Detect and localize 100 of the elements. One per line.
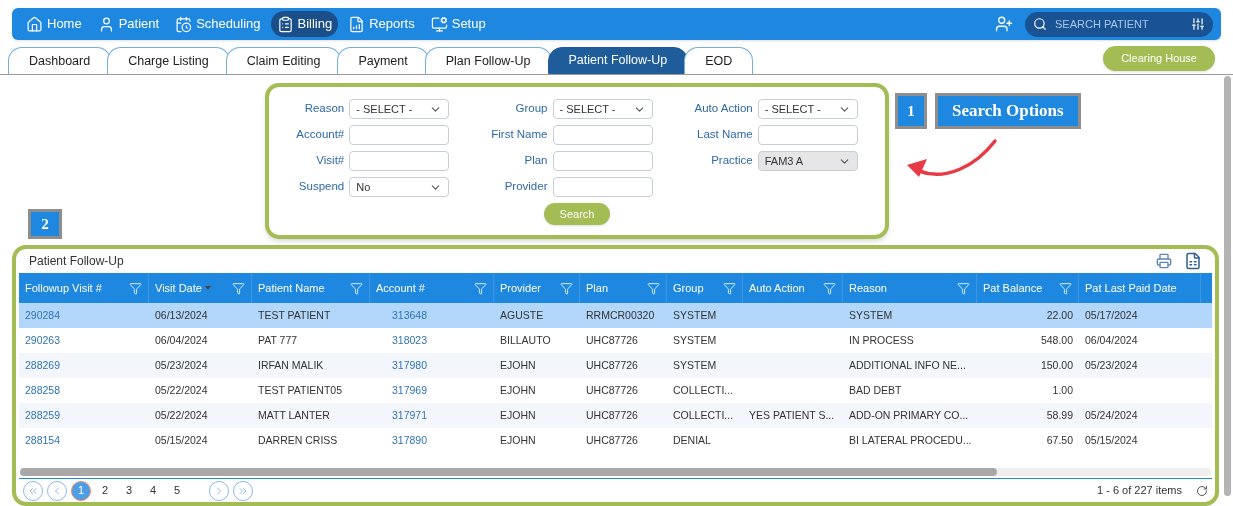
table-row[interactable]: 288259 05/22/2024 MATT LANTER 317971 EJOHN UHC87726 COLLECTI... YES PATIENT S... ADD-ON PRIMARY CO... 58.99 05/24/2024 bbox=[19, 403, 1212, 428]
input-field[interactable] bbox=[349, 125, 450, 145]
nav-item[interactable]: Patient bbox=[91, 11, 166, 37]
table-row[interactable]: 288269 05/23/2024 IRFAN MALIK 317980 EJOHN UHC87726 SYSTEM ADDITIONAL INFO NE... 150.00 05/23/2024 bbox=[19, 353, 1212, 378]
calendar-icon bbox=[175, 15, 193, 33]
field-label: Account# bbox=[296, 127, 345, 143]
nav-item[interactable]: Reports bbox=[342, 11, 421, 37]
cell-link[interactable]: 288258 bbox=[25, 383, 61, 396]
cell-link[interactable]: 317971 bbox=[392, 408, 428, 421]
cell-link[interactable]: 288269 bbox=[25, 358, 61, 371]
step-marker: 1 bbox=[895, 93, 927, 129]
table-cell: AGUSTE bbox=[500, 308, 544, 321]
cell-link[interactable]: 318023 bbox=[392, 333, 428, 346]
input-field[interactable] bbox=[349, 151, 450, 171]
filter-icon[interactable] bbox=[957, 281, 970, 295]
page-scrollbar[interactable] bbox=[1224, 76, 1231, 496]
filter-icon[interactable] bbox=[232, 281, 245, 295]
filter-icon[interactable] bbox=[1059, 281, 1072, 295]
table-cell: UHC87726 bbox=[586, 383, 638, 396]
table-cell: COLLECTI... bbox=[673, 383, 734, 396]
table-cell: 22.00 bbox=[1046, 308, 1073, 321]
dropdown[interactable]: - SELECT - bbox=[349, 99, 450, 119]
field-label: Auto Action bbox=[694, 101, 753, 117]
table-cell: 06/04/2024 bbox=[1085, 333, 1138, 346]
table-cell: UHC87726 bbox=[586, 358, 638, 371]
cell-link[interactable]: 317890 bbox=[392, 433, 428, 446]
field-label: Visit# bbox=[316, 153, 345, 169]
table-cell: UHC87726 bbox=[586, 408, 638, 421]
spreadsheet-icon[interactable] bbox=[1184, 252, 1202, 270]
table-cell: 06/04/2024 bbox=[155, 333, 208, 346]
tab[interactable]: Charge Listing bbox=[107, 47, 230, 74]
cell-link[interactable]: 317969 bbox=[392, 383, 428, 396]
table-cell: COLLECTI... bbox=[673, 408, 734, 421]
table-cell: BI LATERAL PROCEDU... bbox=[849, 433, 972, 446]
filter-icon[interactable] bbox=[560, 281, 573, 295]
table-cell: 05/23/2024 bbox=[1085, 358, 1138, 371]
filter-icon[interactable] bbox=[129, 281, 142, 295]
table-cell: ADD-ON PRIMARY CO... bbox=[849, 408, 969, 421]
table-cell: 05/24/2024 bbox=[1085, 408, 1138, 421]
nav-item[interactable]: Setup bbox=[424, 11, 492, 37]
input-field[interactable] bbox=[552, 151, 653, 171]
table-row[interactable]: 290284 06/13/2024 TEST PATIENT 313648 AGUSTE RRMCR00320 SYSTEM SYSTEM 22.00 05/17/2024 bbox=[19, 303, 1212, 328]
table-cell: EJOHN bbox=[500, 433, 536, 446]
table-cell: BILLAUTO bbox=[500, 333, 551, 346]
cell-link[interactable]: 288259 bbox=[25, 408, 61, 421]
field-label: Provider bbox=[504, 179, 548, 195]
input-field[interactable] bbox=[552, 125, 653, 145]
filter-icon[interactable] bbox=[723, 281, 736, 295]
table-cell: 1.00 bbox=[1052, 383, 1073, 396]
input-field[interactable] bbox=[757, 125, 858, 145]
filter-settings-icon[interactable] bbox=[1191, 17, 1205, 31]
page-number[interactable]: 2 bbox=[95, 480, 115, 501]
patient-search-field[interactable]: SEARCH PATIENT bbox=[1025, 11, 1213, 37]
field-label: Suspend bbox=[298, 179, 345, 195]
table-cell: 67.50 bbox=[1046, 433, 1073, 446]
page-number[interactable]: 5 bbox=[167, 480, 187, 501]
input-field[interactable] bbox=[552, 177, 653, 197]
filter-icon[interactable] bbox=[647, 281, 660, 295]
monitor-icon bbox=[430, 15, 448, 33]
tab[interactable]: EOD bbox=[684, 47, 754, 74]
clipboard-icon bbox=[276, 15, 294, 33]
table-cell: RRMCR00320 bbox=[586, 308, 655, 321]
nav-item[interactable]: Scheduling bbox=[169, 11, 267, 37]
dropdown[interactable]: No bbox=[349, 177, 450, 197]
table-cell: YES PATIENT S... bbox=[749, 408, 835, 421]
table-cell: 58.99 bbox=[1046, 408, 1073, 421]
filter-icon[interactable] bbox=[823, 281, 836, 295]
table-cell: IN PROCESS bbox=[849, 333, 914, 346]
cell-link[interactable]: 317980 bbox=[392, 358, 428, 371]
page-number[interactable]: 1 bbox=[71, 480, 91, 501]
page-number[interactable]: 3 bbox=[119, 480, 139, 501]
table-cell: ADDITIONAL INFO NE... bbox=[849, 358, 966, 371]
table-cell: UHC87726 bbox=[586, 333, 638, 346]
table-cell: SYSTEM bbox=[849, 308, 893, 321]
add-user-icon[interactable] bbox=[995, 15, 1013, 33]
table-cell: 05/15/2024 bbox=[1085, 433, 1138, 446]
cell-link[interactable]: 290284 bbox=[25, 308, 61, 321]
page-number[interactable]: 4 bbox=[143, 480, 163, 501]
horizontal-scrollbar[interactable] bbox=[20, 468, 1211, 476]
print-icon[interactable] bbox=[1156, 253, 1172, 269]
table-cell: MATT LANTER bbox=[258, 408, 330, 421]
table-cell: TEST PATIENT bbox=[258, 308, 331, 321]
dropdown[interactable]: - SELECT - bbox=[552, 99, 653, 119]
cell-link[interactable]: 288154 bbox=[25, 433, 61, 446]
table-cell: BAD DEBT bbox=[849, 383, 902, 396]
filter-icon[interactable] bbox=[350, 281, 363, 295]
refresh-icon[interactable] bbox=[1196, 484, 1208, 497]
table-cell: 05/22/2024 bbox=[155, 408, 208, 421]
nav-item[interactable]: Home bbox=[20, 11, 88, 37]
cell-link[interactable]: 290263 bbox=[25, 333, 61, 346]
filter-icon[interactable] bbox=[474, 281, 487, 295]
search-input[interactable]: SEARCH PATIENT bbox=[1055, 15, 1183, 33]
cell-link[interactable]: 313648 bbox=[392, 308, 428, 321]
table-cell: SYSTEM bbox=[673, 308, 717, 321]
step-marker: 2 bbox=[28, 209, 62, 239]
tab[interactable]: Plan Follow-Up bbox=[424, 47, 552, 74]
tab[interactable]: Payment bbox=[337, 47, 429, 74]
nav-item[interactable]: Billing bbox=[270, 11, 339, 37]
table-cell: IRFAN MALIK bbox=[258, 358, 324, 371]
dropdown[interactable]: - SELECT - bbox=[757, 99, 858, 119]
